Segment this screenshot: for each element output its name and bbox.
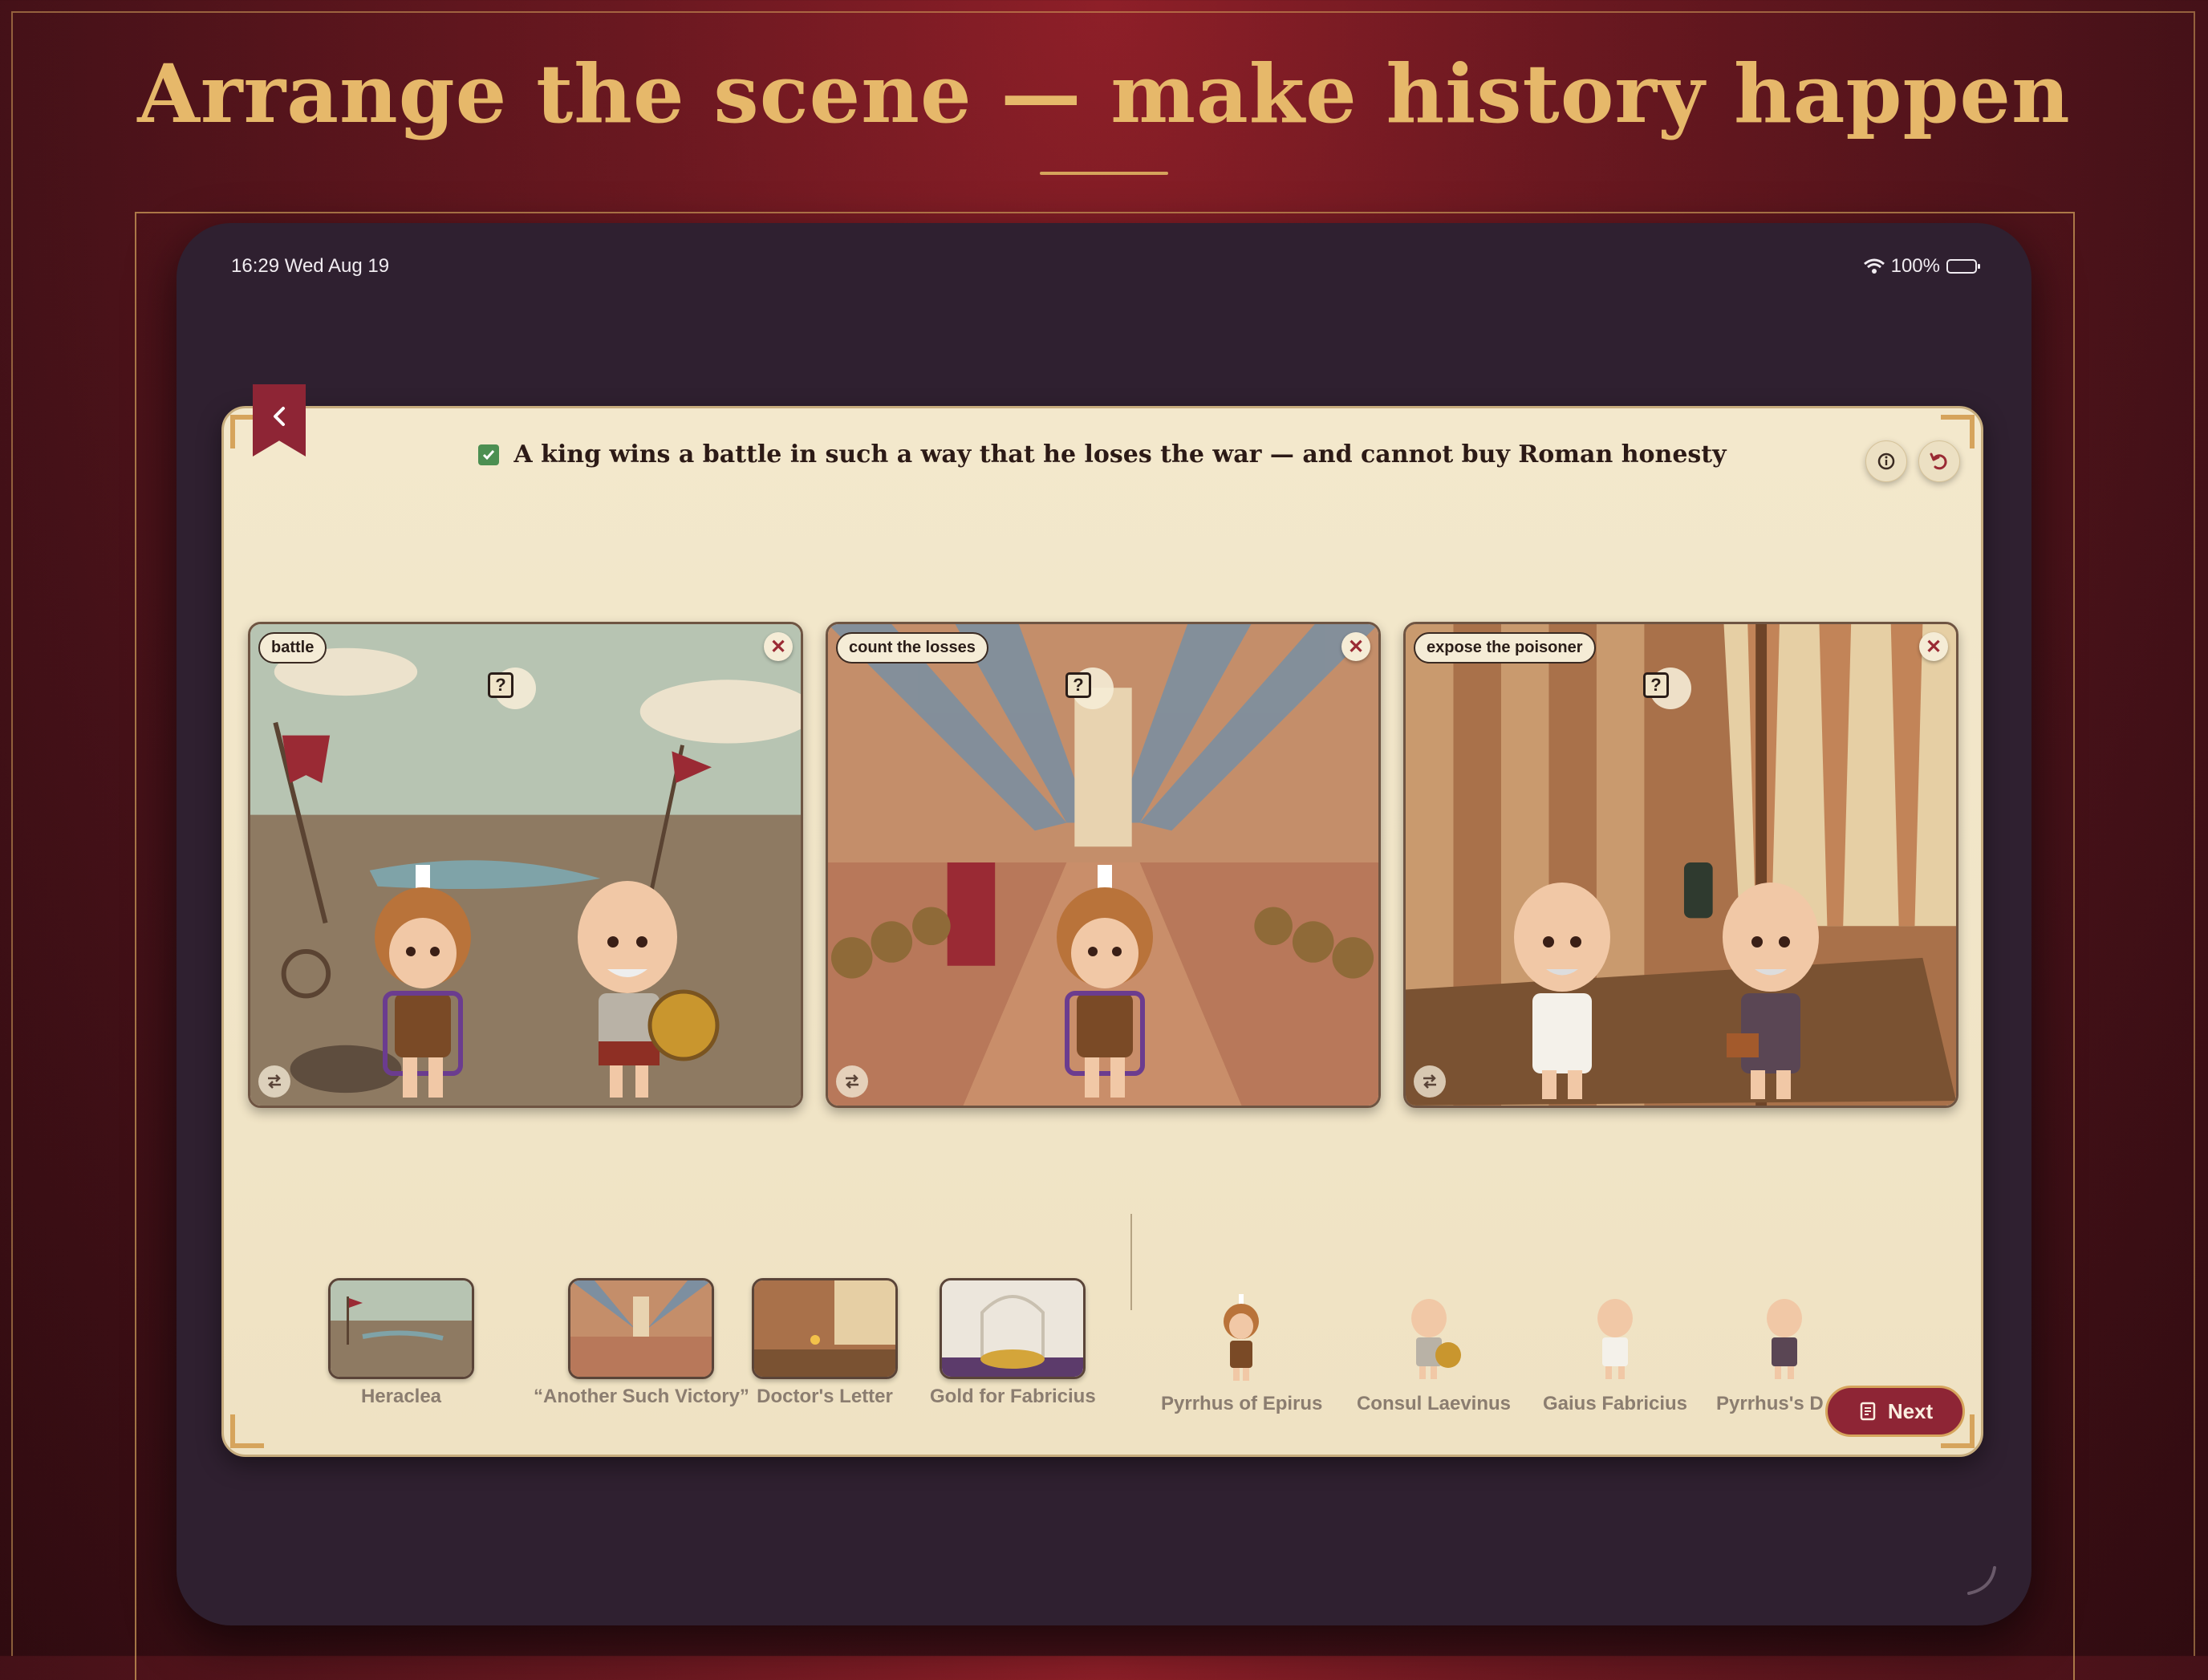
headline-divider [1040,172,1168,175]
character-thumbnail [1597,1299,1633,1379]
character-thumbnail [1411,1299,1461,1379]
page-headline: Arrange the scene — make history happen [137,47,2071,141]
tray-character-laevinus[interactable]: Consul Laevinus [1354,1294,1514,1415]
tray-divider [1130,1214,1132,1310]
status-bar-right: 100% [1863,255,1980,278]
scene-slot-2[interactable]: count the losses ✕ ? [826,622,1381,1108]
tray-label: Consul Laevinus [1356,1393,1512,1414]
next-label: Next [1887,1398,1934,1423]
setting-thumbnail [328,1278,474,1379]
tray-label: Doctor's Letter [757,1386,893,1407]
resize-handle-icon[interactable] [1962,1561,1999,1598]
info-button[interactable] [1865,440,1907,482]
pyrrhus-character [375,865,471,1098]
laevinus-character [578,881,720,1098]
info-icon [1877,452,1895,470]
tray-setting-gold[interactable]: Gold for Fabricius [930,1278,1096,1408]
tray-setting-doctors-letter[interactable]: Doctor's Letter [752,1278,898,1408]
swap-icon[interactable] [836,1065,868,1098]
scene-tag: count the losses [836,632,988,663]
tray-label: Heraclea [360,1386,442,1407]
setting-thumbnail [752,1278,898,1379]
doctor-character [1723,883,1819,1099]
wifi-icon [1863,258,1885,274]
goal-banner: A king wins a battle in such a way that … [224,440,1981,469]
tray-label: Gaius Fabricius [1542,1393,1688,1414]
chevron-left-icon [274,407,285,426]
status-time: 16:29 Wed Aug 19 [231,255,390,277]
next-button[interactable]: Next [1825,1386,1965,1437]
swap-icon[interactable] [258,1065,290,1098]
remove-scene-button[interactable]: ✕ [1919,632,1948,661]
checkbox-checked-icon [478,444,500,465]
tray-character-pyrrhus[interactable]: Pyrrhus of Epirus [1161,1294,1323,1415]
reset-button[interactable] [1918,440,1960,482]
scroll-icon [1860,1402,1876,1421]
tray-label: “Another Such Victory” [534,1386,749,1407]
corner-ornament [230,1414,264,1448]
goal-text: A king wins a battle in such a way that … [513,440,1727,469]
setting-thumbnail [940,1278,1086,1379]
remove-scene-button[interactable]: ✕ [1341,632,1370,661]
pyrrhus-character [1057,865,1153,1098]
scene-tag: expose the poisoner [1414,632,1596,663]
tray-setting-victory[interactable]: “Another Such Victory” [534,1278,749,1408]
hint-icon[interactable]: ? [1643,672,1669,698]
fabricius-character [1514,883,1610,1099]
tray-character-fabricius[interactable]: Gaius Fabricius [1535,1294,1695,1415]
scene-tag: battle [258,632,327,663]
battery-icon [1946,259,1980,274]
setting-thumbnail [568,1278,715,1379]
battery-percent: 100% [1890,255,1940,277]
tablet-device: 16:29 Wed Aug 19 100% A king wins a batt… [177,223,2031,1625]
hint-icon[interactable]: ? [488,672,513,698]
tray-label: Pyrrhus of Epirus [1161,1393,1323,1414]
character-thumbnail [1224,1294,1259,1381]
tray-label: Gold for Fabricius [930,1386,1096,1407]
remove-scene-button[interactable]: ✕ [764,632,793,661]
reset-icon [1930,452,1947,470]
scene-slot-1[interactable]: battle ✕ ? [248,622,803,1108]
scene-slot-3[interactable]: expose the poisoner ✕ ? [1403,622,1958,1108]
swap-icon[interactable] [1414,1065,1446,1098]
character-thumbnail [1767,1299,1802,1379]
tray-setting-heraclea[interactable]: Heraclea [328,1278,474,1408]
hint-icon[interactable]: ? [1065,672,1091,698]
story-panel: A king wins a battle in such a way that … [221,384,1983,1457]
